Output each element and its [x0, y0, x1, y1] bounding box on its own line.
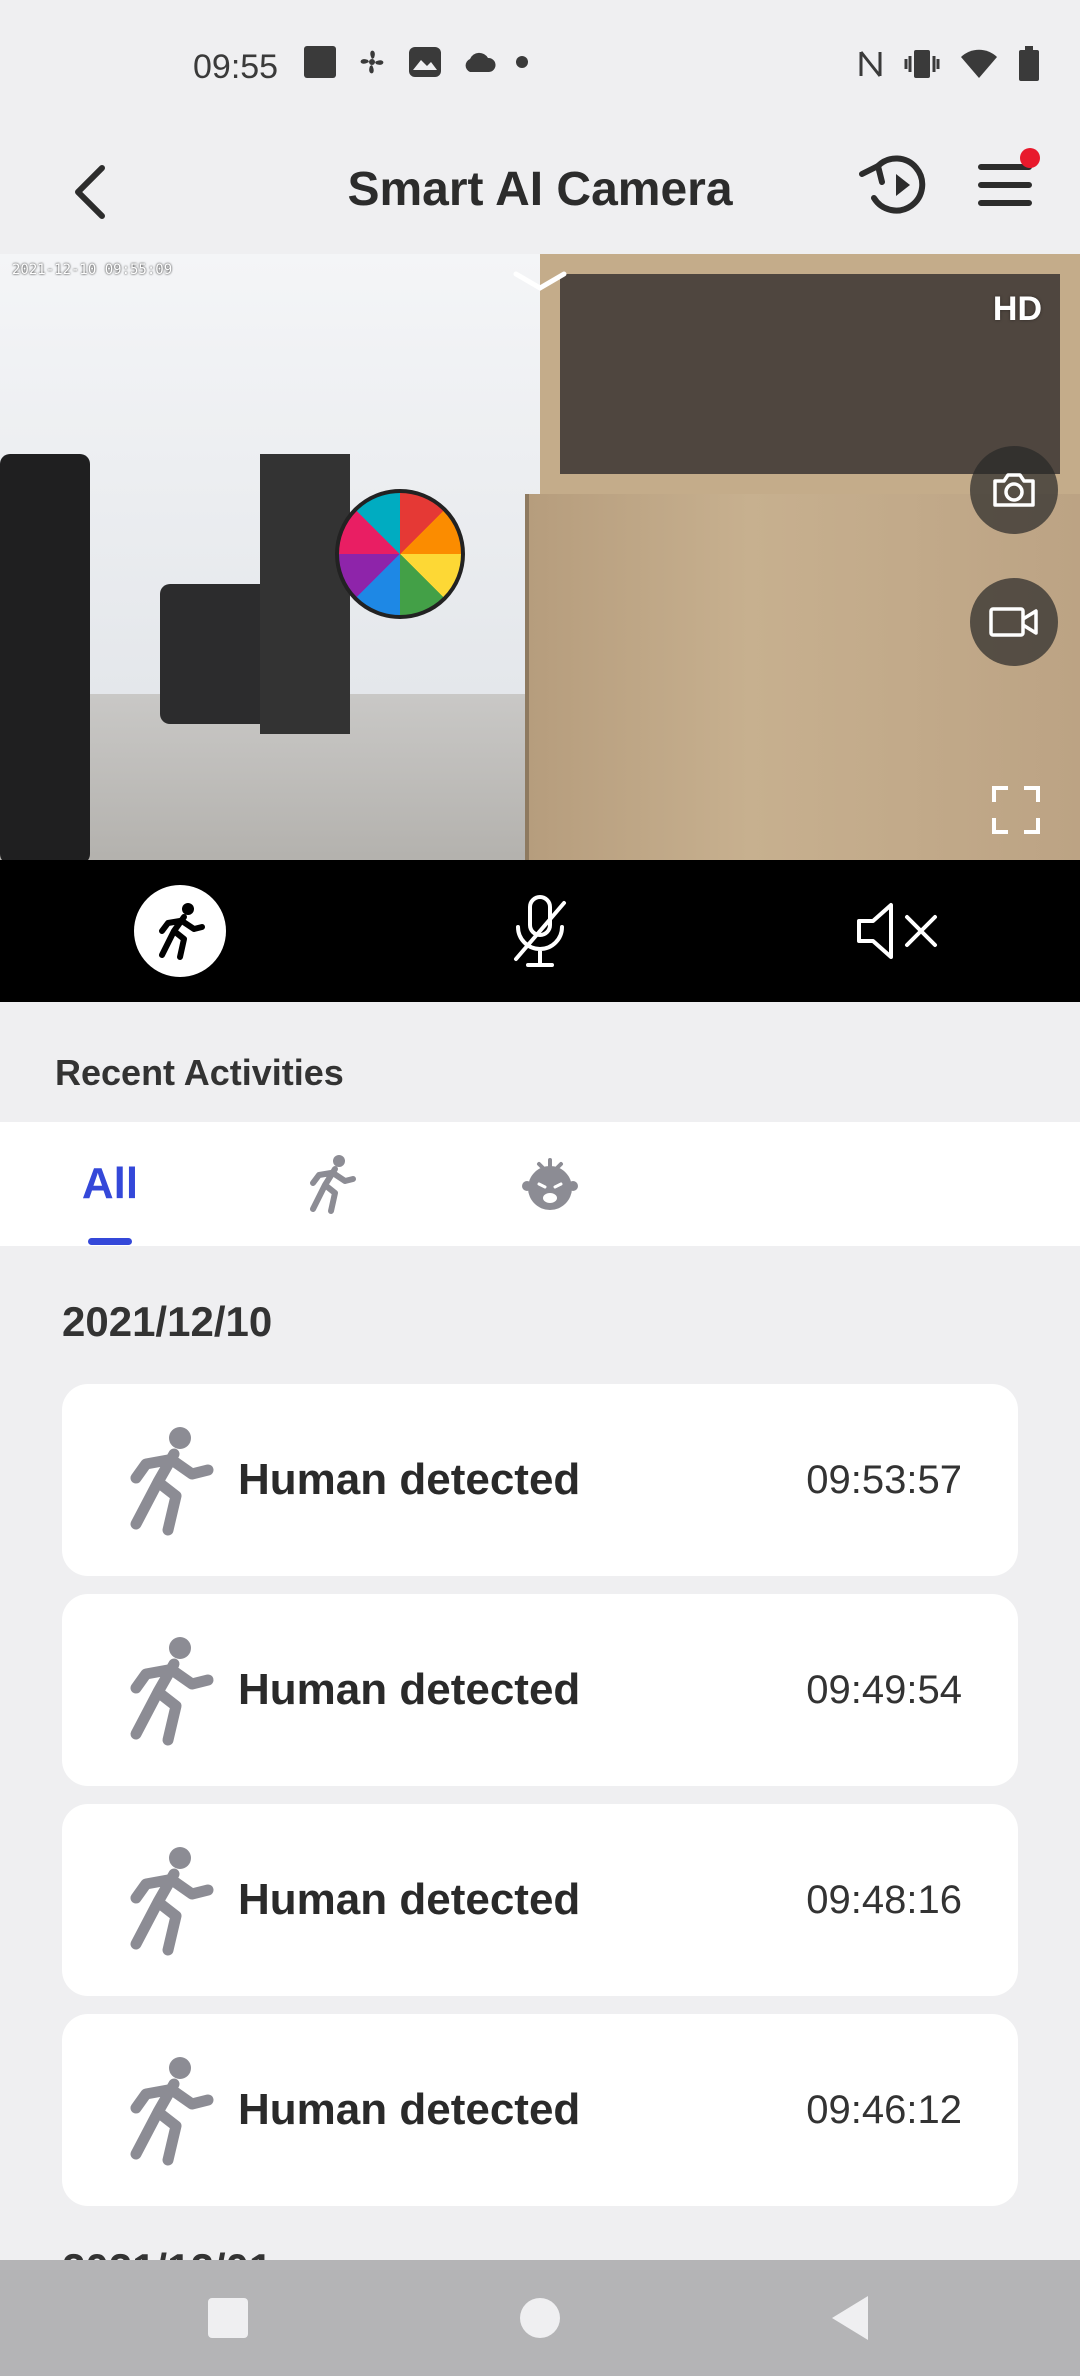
activity-list: Human detected 09:53:57 Human detected 0… — [62, 1384, 1018, 2224]
speaker-muted-icon — [857, 903, 937, 959]
activity-time: 09:49:54 — [806, 1668, 962, 1712]
vibrate-icon — [904, 50, 940, 78]
recents-button[interactable] — [188, 2280, 268, 2356]
running-person-icon — [130, 1637, 214, 1746]
mic-muted-icon — [514, 895, 566, 967]
playback-button[interactable] — [850, 140, 940, 230]
camera-controls-bar — [0, 860, 1080, 1002]
dot-icon — [516, 56, 528, 68]
quality-toggle[interactable]: HD — [993, 290, 1042, 329]
activity-filter-tabs: All — [0, 1122, 1080, 1246]
activity-item[interactable]: Human detected 09:46:12 — [62, 2014, 1018, 2206]
tab-crying[interactable] — [510, 1122, 590, 1246]
app-bar: Smart AI Camera — [0, 130, 1080, 254]
video-record-icon — [989, 607, 1038, 637]
activity-item[interactable]: Human detected 09:49:54 — [62, 1594, 1018, 1786]
square-notification-icon — [304, 46, 336, 78]
speaker-button[interactable] — [852, 885, 944, 977]
activity-time: 09:46:12 — [806, 2088, 962, 2132]
motion-tracking-button[interactable] — [134, 885, 226, 977]
camera-live-view[interactable]: 2021-12-10 09:55:09 HD — [0, 254, 1080, 860]
collapse-button[interactable] — [510, 266, 570, 296]
crying-baby-icon — [522, 1158, 578, 1210]
running-person-icon — [130, 2057, 214, 2166]
cloud-icon — [465, 52, 496, 72]
fullscreen-button[interactable] — [990, 784, 1042, 836]
status-time: 09:55 — [193, 48, 279, 86]
snapshot-button[interactable] — [970, 446, 1058, 534]
activity-item[interactable]: Human detected 09:48:16 — [62, 1804, 1018, 1996]
nav-back-button[interactable] — [810, 2280, 890, 2356]
back-triangle-icon — [832, 2296, 868, 2340]
status-icons-right — [858, 46, 1040, 82]
camera-icon — [993, 473, 1035, 507]
notification-badge — [1020, 148, 1040, 168]
fan-icon — [360, 50, 384, 74]
home-button[interactable] — [500, 2280, 580, 2356]
recent-activities-title: Recent Activities — [55, 1052, 344, 1093]
record-button[interactable] — [970, 578, 1058, 666]
recents-square-icon — [208, 2298, 248, 2338]
microphone-button[interactable] — [494, 885, 586, 977]
activity-item[interactable]: Human detected 09:53:57 — [62, 1384, 1018, 1576]
status-icons-left — [304, 46, 528, 78]
menu-button[interactable] — [960, 140, 1050, 230]
system-navigation-bar — [0, 2260, 1080, 2376]
running-person-icon — [130, 1427, 214, 1536]
status-bar: 09:55 — [0, 0, 1080, 130]
active-tab-indicator — [88, 1238, 132, 1245]
motion-detection-icon — [159, 903, 205, 960]
activity-date-header: 2021/12/10 — [62, 1298, 273, 1345]
tab-motion[interactable] — [290, 1122, 370, 1246]
battery-icon — [1019, 46, 1039, 81]
activity-time: 09:48:16 — [806, 1878, 962, 1922]
activity-label: Human detected — [238, 1665, 581, 1714]
running-person-icon — [310, 1155, 356, 1214]
collapse-chevron-icon — [513, 271, 567, 291]
home-circle-icon — [520, 2298, 560, 2338]
running-person-icon — [130, 1847, 214, 1956]
nfc-icon — [859, 51, 882, 77]
fullscreen-icon — [992, 786, 1040, 834]
video-timestamp: 2021-12-10 09:55:09 — [12, 262, 173, 278]
activity-time: 09:53:57 — [806, 1458, 962, 1502]
playback-icon — [859, 155, 926, 214]
tab-all[interactable]: All — [60, 1122, 160, 1246]
activity-label: Human detected — [238, 2085, 581, 2134]
activity-label: Human detected — [238, 1455, 581, 1504]
wifi-icon — [961, 49, 997, 78]
gallery-icon — [409, 47, 441, 77]
activity-label: Human detected — [238, 1875, 581, 1924]
